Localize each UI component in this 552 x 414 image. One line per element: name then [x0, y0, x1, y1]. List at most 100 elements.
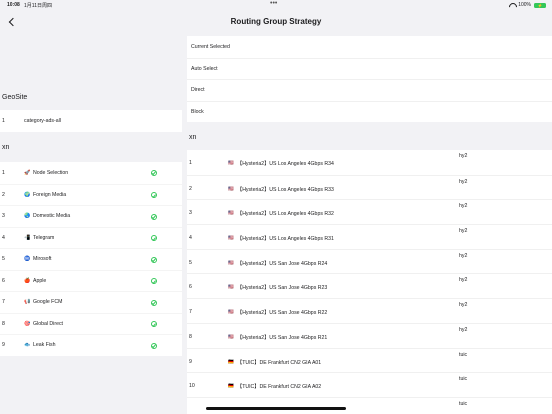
group-icon: 📢	[24, 299, 31, 306]
proxy-name: 【Hysteria2】US Los Angeles 4Gbps R34	[237, 161, 334, 167]
navigation-bar: Routing Group Strategy	[0, 10, 552, 36]
proxy-name: 【Hysteria2】US San Jose 4Gbps R22	[237, 310, 328, 317]
check-circle-icon	[151, 342, 157, 349]
row-number: 5	[189, 259, 192, 266]
home-indicator[interactable]	[206, 407, 346, 410]
group-label: Node Selection	[33, 169, 69, 176]
row-number: 1	[2, 169, 5, 176]
proxy-row[interactable]: 6 🇺🇸 【Hysteria2】US San Jose 4Gbps R23 hy2	[187, 273, 552, 298]
battery-icon: ⚡	[534, 2, 546, 8]
group-label: Apple	[33, 277, 47, 284]
proxy-row[interactable]: 3 🇺🇸 【Hysteria2】US Los Angeles 4Gbps R32 hy…	[187, 199, 552, 224]
proxy-row[interactable]: 10 🇩🇪 【TUIC】DE Frankfurt CN2 GIA A02 tuic	[187, 372, 552, 397]
xn-header-left: xn	[2, 144, 10, 151]
proxy-name: 【Hysteria2】US San Jose 4Gbps R24	[237, 260, 328, 267]
group-icon: 🌏	[24, 213, 31, 220]
row-number: 2	[2, 191, 5, 198]
policy-group-row[interactable]: 5 Ⓜ️ Mirosoft	[0, 248, 182, 270]
check-circle-icon	[151, 235, 157, 241]
proxy-name: 【Hysteria2】US Los Angeles 4Gbps R33	[237, 186, 334, 193]
group-label: Telegram	[33, 234, 55, 241]
proxy-row[interactable]: 1 🇺🇸 【Hysteria2】US Los Angeles 4Gbps R34 hy…	[187, 150, 552, 175]
proxy-type: hy2	[459, 178, 468, 185]
flag-icon: 🇺🇸	[228, 259, 234, 265]
left-panel: GeoSite 1 category-ads-all xn 1 🚀 Node Sel…	[0, 36, 182, 414]
group-label: Mirosoft	[33, 256, 52, 263]
group-label: Leak Fish	[33, 342, 56, 349]
group-icon: 🎯	[24, 320, 31, 327]
policy-group-row[interactable]: 2 🌍 Foreign Media	[0, 183, 182, 206]
proxy-type: hy2	[459, 277, 468, 284]
policy-group-row[interactable]: 3 🌏 Domestic Media	[0, 205, 182, 227]
check-circle-icon	[151, 299, 157, 306]
proxy-name: 【Hysteria2】US Los Angeles 4Gbps R31	[237, 236, 334, 243]
proxy-type: tuic	[459, 376, 468, 383]
proxy-type: tuic	[459, 400, 468, 407]
row-number: 3	[2, 213, 5, 220]
proxy-type: hy2	[459, 252, 468, 259]
status-bar: 10:08 1月11日周四 ••• 100% ⚡	[0, 0, 552, 10]
check-circle-icon	[151, 213, 157, 220]
proxy-type: hy2	[459, 153, 468, 159]
strategy-option[interactable]: Auto Select	[187, 57, 552, 80]
group-label: Foreign Media	[33, 191, 67, 198]
row-number: 1	[2, 117, 5, 124]
flag-icon: 🇺🇸	[228, 284, 234, 290]
policy-group-row[interactable]: 7 📢 Google FCM	[0, 291, 182, 313]
proxy-name: 【TUIC】DE Frankfurt CN2 GIA A01	[237, 359, 322, 366]
proxy-name: 【Hysteria2】US Los Angeles 4Gbps R32	[237, 211, 334, 218]
group-icon: 🚀	[24, 169, 31, 176]
row-number: 8	[2, 320, 5, 327]
row-number: 9	[189, 358, 192, 365]
group-label: Google FCM	[33, 299, 63, 306]
geosite-item[interactable]: 1 category-ads-all	[0, 110, 182, 132]
flag-icon: 🇺🇸	[228, 160, 234, 165]
proxy-row[interactable]: 5 🇺🇸 【Hysteria2】US San Jose 4Gbps R24 hy2	[187, 248, 552, 274]
check-circle-icon	[151, 321, 157, 327]
flag-icon: 🇺🇸	[228, 185, 234, 191]
page-title: Routing Group Strategy	[230, 17, 322, 26]
policy-group-row[interactable]: 6 🍎 Apple	[0, 269, 182, 292]
check-circle-icon	[151, 169, 157, 176]
row-number: 7	[2, 299, 5, 306]
proxy-type: hy2	[459, 302, 468, 309]
policy-group-row[interactable]: 4 📲 Telegram	[0, 226, 182, 249]
row-number: 4	[2, 234, 5, 241]
proxy-type: hy2	[459, 228, 468, 235]
group-icon: 🌍	[24, 191, 31, 198]
flag-icon: 🇩🇪	[228, 358, 234, 364]
row-number: 9	[2, 342, 5, 349]
proxy-row[interactable]: 4 🇺🇸 【Hysteria2】US Los Angeles 4Gbps R31 hy…	[187, 224, 552, 249]
proxy-name: 【Hysteria2】US San Jose 4Gbps R23	[237, 285, 328, 292]
geosite-label: category-ads-all	[24, 117, 61, 124]
row-number: 3	[189, 210, 192, 217]
proxy-row[interactable]: 8 🇺🇸 【Hysteria2】US San Jose 4Gbps R21 hy2	[187, 322, 552, 348]
strategy-option[interactable]: Direct	[187, 79, 552, 101]
xn-header-right: xn	[189, 134, 197, 141]
strategy-option[interactable]: Current Selected	[187, 36, 552, 58]
proxy-row[interactable]: 2 🇺🇸 【Hysteria2】US Los Angeles 4Gbps R33 hy…	[187, 174, 552, 200]
policy-group-row[interactable]: 8 🎯 Global Direct	[0, 312, 182, 335]
proxy-row[interactable]: 9 🇩🇪 【TUIC】DE Frankfurt CN2 GIA A01 tuic	[187, 347, 552, 373]
group-icon: 📲	[24, 234, 31, 241]
proxy-row[interactable]: tuic	[187, 396, 552, 414]
row-number: 8	[189, 333, 192, 340]
row-number: 6	[189, 284, 192, 291]
status-time: 10:08	[7, 2, 20, 8]
policy-group-row[interactable]: 9 🐟 Leak Fish	[0, 334, 182, 356]
strategy-option[interactable]: Block	[187, 100, 552, 123]
proxy-row[interactable]: 7 🇺🇸 【Hysteria2】US San Jose 4Gbps R22 hy2	[187, 298, 552, 323]
strategy-mode-list: Current Selected Auto Select Direct Block	[187, 36, 552, 122]
group-label: Global Direct	[33, 320, 63, 327]
geosite-header: GeoSite	[2, 94, 28, 101]
proxy-type: hy2	[459, 326, 468, 333]
policy-group-row[interactable]: 1 🚀 Node Selection	[0, 162, 182, 184]
check-circle-icon	[151, 256, 157, 263]
flag-icon: 🇺🇸	[228, 235, 234, 241]
wifi-icon	[509, 3, 515, 8]
proxy-list: 1 🇺🇸 【Hysteria2】US Los Angeles 4Gbps R34 hy…	[187, 150, 552, 414]
proxy-type: tuic	[459, 351, 468, 358]
status-indicators: 100% ⚡	[509, 2, 546, 8]
multitasking-dots-icon[interactable]: •••	[270, 0, 277, 7]
group-icon: 🐟	[24, 342, 31, 349]
